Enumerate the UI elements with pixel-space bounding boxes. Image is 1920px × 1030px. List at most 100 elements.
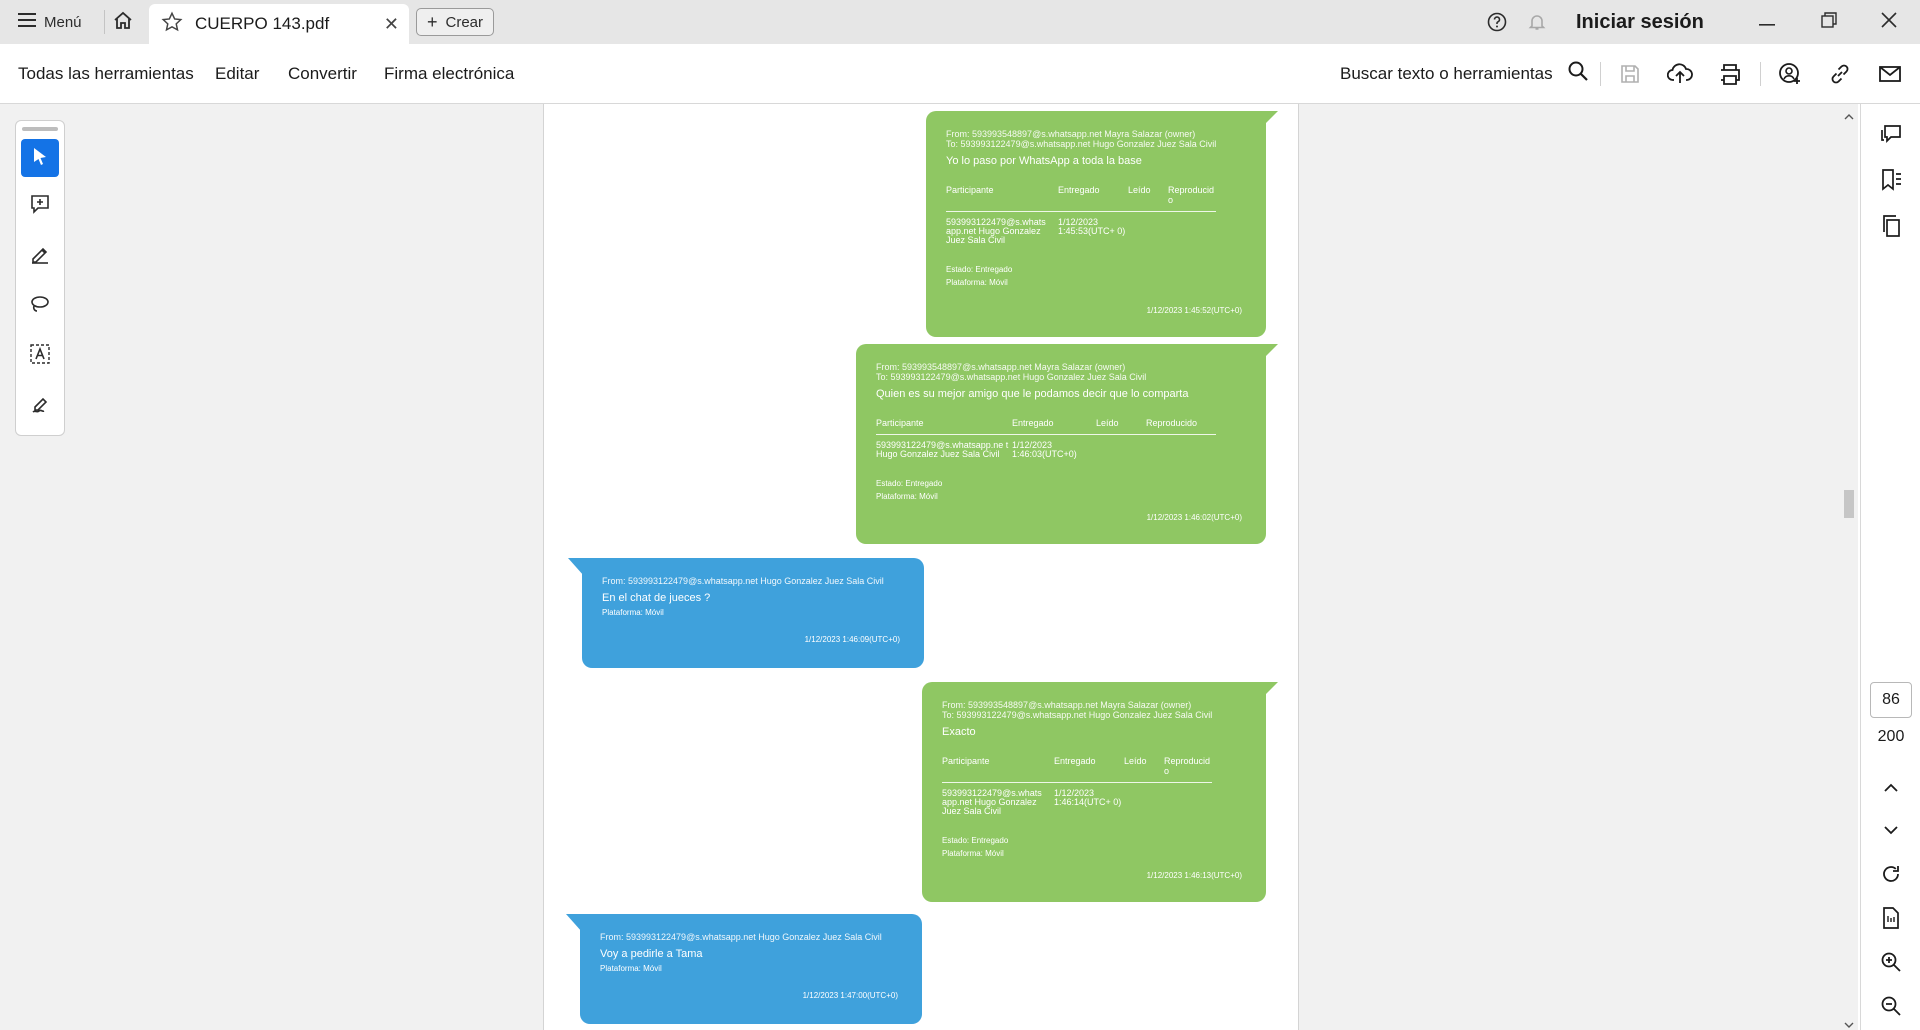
add-comment-tool[interactable]: [21, 187, 59, 225]
cloud-upload-icon[interactable]: [1666, 60, 1694, 88]
search-tools-button[interactable]: Buscar texto o herramientas: [1340, 44, 1589, 103]
title-bar: Menú CUERPO 143.pdf ✕ + Crear Iniciar se…: [0, 0, 1920, 44]
create-label: Crear: [445, 13, 484, 31]
signature-pen-icon: [29, 393, 51, 420]
highlight-tool[interactable]: [21, 237, 59, 275]
quick-tools-rail: [15, 120, 65, 436]
message-status: Estado: Entregado: [942, 836, 1009, 845]
message-from: From: 593993122479@s.whatsapp.net Hugo G…: [602, 576, 884, 586]
save-icon[interactable]: [1616, 60, 1644, 88]
message-platform: Plataforma: Móvil: [942, 849, 1004, 858]
divider: [1600, 62, 1601, 86]
message-from: From: 593993548897@s.whatsapp.net Mayra …: [946, 129, 1196, 139]
table-cell: 593993122479@s.whats app.net Hugo Gonzal…: [942, 788, 1042, 816]
rotate-icon[interactable]: [1877, 860, 1905, 888]
message-text: Exacto: [942, 726, 976, 738]
draw-tool[interactable]: [21, 287, 59, 325]
page-total: 200: [1877, 728, 1905, 745]
scroll-down-icon[interactable]: [1844, 1016, 1854, 1030]
comment-add-icon: [29, 193, 51, 220]
left-pane: [0, 104, 543, 1030]
print-icon[interactable]: [1716, 60, 1744, 88]
table-header: Participante: [876, 418, 924, 428]
message-timestamp: 1/12/2023 1:46:02(UTC+0): [1146, 513, 1242, 522]
scrollbar-thumb[interactable]: [1844, 490, 1854, 518]
table-header: Leído: [1124, 756, 1147, 766]
text-box-icon: [29, 343, 51, 370]
minimize-icon: [1759, 13, 1775, 31]
message-bubble-outgoing: From: 593993548897@s.whatsapp.net Mayra …: [922, 682, 1266, 902]
right-rail: 86 200: [1860, 104, 1920, 1030]
message-to: To: 593993122479@s.whatsapp.net Hugo Gon…: [946, 139, 1217, 149]
sign-tool[interactable]: [21, 387, 59, 425]
bell-icon[interactable]: [1526, 11, 1548, 33]
star-icon[interactable]: [161, 11, 183, 38]
message-timestamp: 1/12/2023 1:46:09(UTC+0): [804, 635, 900, 644]
menu-button[interactable]: Menú: [12, 8, 88, 36]
table-header: Reproducid o: [1168, 185, 1215, 205]
message-status: Estado: Entregado: [876, 479, 943, 488]
table-header: Entregado: [1054, 756, 1096, 766]
tab-convert[interactable]: Convertir: [288, 44, 357, 103]
close-window-button[interactable]: [1866, 6, 1912, 38]
home-button[interactable]: [108, 8, 138, 36]
document-page[interactable]: From: 593993548897@s.whatsapp.net Mayra …: [543, 104, 1299, 1030]
zoom-in-icon[interactable]: [1877, 948, 1905, 976]
message-to: To: 593993122479@s.whatsapp.net Hugo Gon…: [876, 372, 1147, 382]
table-cell: 1/12/2023 1:46:14(UTC+ 0): [1054, 788, 1122, 807]
close-icon: [1881, 11, 1897, 33]
message-text: Voy a pedirle a Tama: [600, 948, 703, 960]
minimize-button[interactable]: [1744, 6, 1790, 38]
text-recognition-tool[interactable]: [21, 337, 59, 375]
message-text: En el chat de jueces ?: [602, 592, 711, 604]
bubble-tail: [568, 558, 584, 576]
message-platform: Plataforma: Móvil: [946, 278, 1008, 287]
comments-icon[interactable]: [1877, 120, 1905, 148]
menu-label: Menú: [44, 13, 82, 31]
hamburger-icon: [18, 13, 36, 31]
delivery-table: Participante Entregado Leído Reproducido…: [876, 418, 1216, 459]
previous-page-icon[interactable]: [1877, 774, 1905, 802]
close-tab-icon[interactable]: ✕: [384, 14, 399, 35]
email-icon[interactable]: [1876, 60, 1904, 88]
home-icon: [113, 11, 133, 34]
plus-icon: +: [427, 12, 438, 32]
rail-drag-handle[interactable]: [22, 127, 58, 131]
tab-edit[interactable]: Editar: [215, 44, 259, 103]
document-background: [1299, 104, 1840, 1030]
signin-button[interactable]: Iniciar sesión: [1576, 8, 1704, 36]
link-icon[interactable]: [1826, 60, 1854, 88]
select-tool[interactable]: [21, 139, 59, 177]
tab-all-tools[interactable]: Todas las herramientas: [18, 44, 194, 103]
bookmarks-icon[interactable]: [1877, 166, 1905, 194]
page-number-input[interactable]: 86: [1870, 682, 1912, 718]
message-to: To: 593993122479@s.whatsapp.net Hugo Gon…: [942, 710, 1213, 720]
share-user-icon[interactable]: [1776, 60, 1804, 88]
table-cell: 593993122479@s.whatsapp.ne t Hugo Gonzal…: [876, 440, 1009, 459]
pen-icon: [29, 243, 51, 270]
create-button[interactable]: + Crear: [416, 8, 495, 36]
table-header: Entregado: [1012, 418, 1054, 428]
message-status: Estado: Entregado: [946, 265, 1013, 274]
message-platform: Plataforma: Móvil: [600, 964, 662, 973]
fit-page-icon[interactable]: [1877, 904, 1905, 932]
help-icon[interactable]: [1486, 11, 1508, 33]
vertical-scrollbar[interactable]: [1840, 104, 1858, 1030]
tab-title: CUERPO 143.pdf: [195, 14, 330, 33]
message-from: From: 593993122479@s.whatsapp.net Hugo G…: [600, 932, 882, 942]
pages-icon[interactable]: [1877, 212, 1905, 240]
bubble-tail: [1260, 344, 1278, 362]
restore-button[interactable]: [1806, 6, 1852, 38]
next-page-icon[interactable]: [1877, 816, 1905, 844]
divider: [1760, 62, 1761, 86]
table-header: Reproducido: [1146, 418, 1198, 428]
message-timestamp: 1/12/2023 1:46:13(UTC+0): [1146, 871, 1242, 880]
tab-document[interactable]: CUERPO 143.pdf ✕: [149, 4, 409, 44]
delivery-table: Participante Entregado Leído Reproducid …: [942, 756, 1212, 816]
tab-e-signature[interactable]: Firma electrónica: [384, 44, 514, 103]
table-cell: 593993122479@s.whats app.net Hugo Gonzal…: [946, 217, 1046, 245]
lasso-icon: [29, 293, 51, 320]
table-cell: 1/12/2023 1:45:53(UTC+ 0): [1058, 217, 1126, 236]
scroll-up-icon[interactable]: [1844, 108, 1854, 126]
zoom-out-icon[interactable]: [1877, 992, 1905, 1020]
